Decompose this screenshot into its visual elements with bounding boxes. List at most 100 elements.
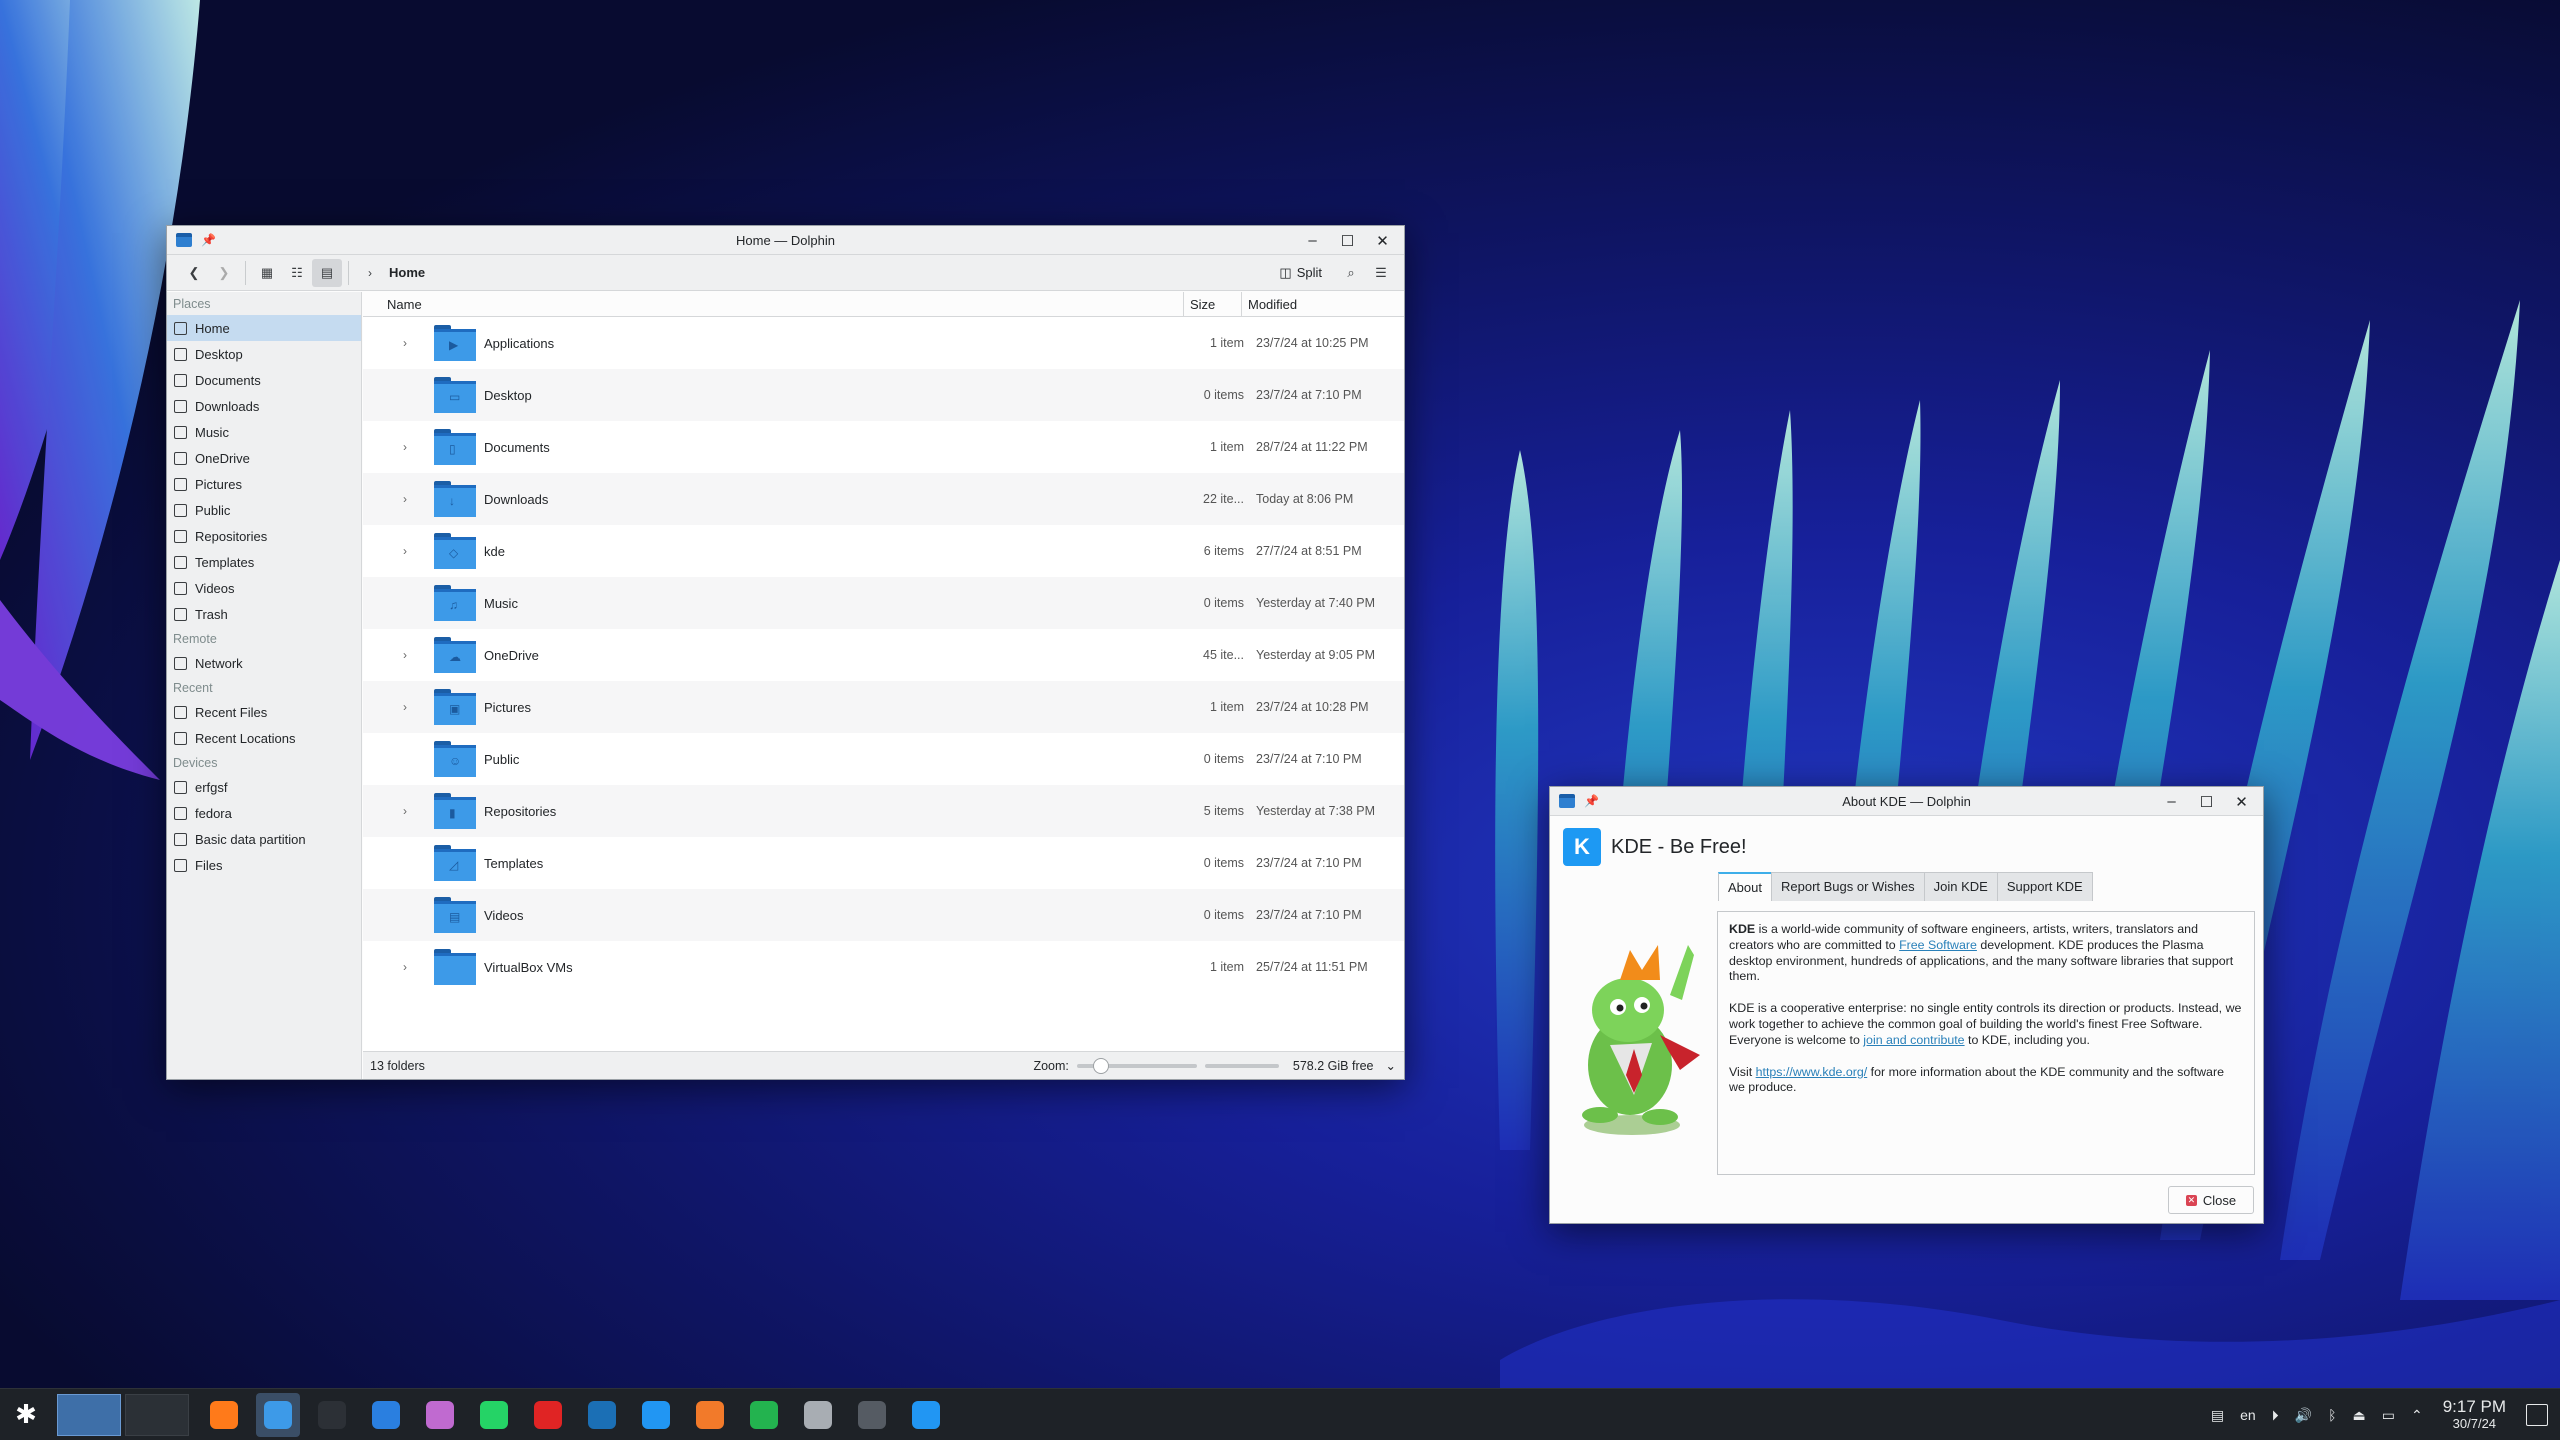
file-row[interactable]: ☺ Public 0 items 23/7/24 at 7:10 PM [363, 733, 1404, 785]
about-titlebar[interactable]: 📌 About KDE — Dolphin – ☐ ✕ [1550, 787, 2263, 816]
column-modified[interactable]: Modified [1242, 292, 1404, 317]
file-row[interactable]: ◿ Templates 0 items 23/7/24 at 7:10 PM [363, 837, 1404, 889]
taskbar-app[interactable] [526, 1393, 570, 1437]
expand-chevron-icon[interactable]: › [403, 336, 419, 350]
breadcrumb-home[interactable]: Home [389, 265, 425, 280]
show-desktop-button[interactable] [2526, 1404, 2548, 1426]
file-row[interactable]: ▭ Desktop 0 items 23/7/24 at 7:10 PM [363, 369, 1404, 421]
pin-icon[interactable]: 📌 [201, 233, 216, 247]
hamburger-menu-icon[interactable]: ☰ [1366, 259, 1396, 287]
file-row[interactable]: › ▣ Pictures 1 item 23/7/24 at 10:28 PM [363, 681, 1404, 733]
sidebar-item-onedrive[interactable]: OneDrive [167, 445, 361, 471]
sidebar-item-network[interactable]: Network [167, 650, 361, 676]
clipboard-icon[interactable]: ▤ [2211, 1407, 2224, 1424]
sidebar-item-pictures[interactable]: Pictures [167, 471, 361, 497]
file-row[interactable]: › ▮ Repositories 5 items Yesterday at 7:38 P… [363, 785, 1404, 837]
taskbar-app[interactable] [796, 1393, 840, 1437]
about-close-button[interactable]: ✕ Close [2168, 1186, 2254, 1214]
expand-chevron-icon[interactable]: › [403, 648, 419, 662]
taskbar-app[interactable] [850, 1393, 894, 1437]
dolphin-titlebar[interactable]: 📌 Home — Dolphin – ☐ ✕ [167, 226, 1404, 255]
maximize-button[interactable]: ☐ [2189, 793, 2224, 811]
taskbar-app[interactable] [580, 1393, 624, 1437]
sidebar-item-repositories[interactable]: Repositories [167, 523, 361, 549]
expand-chevron-icon[interactable]: › [403, 960, 419, 974]
zoom-slider[interactable] [1076, 1057, 1197, 1074]
file-row[interactable]: › ▶ Applications 1 item 23/7/24 at 10:25 PM [363, 317, 1404, 369]
chevron-down-icon[interactable]: ⌄ [1386, 1058, 1396, 1073]
tab-report-bugs-or-wishes[interactable]: Report Bugs or Wishes [1770, 872, 1925, 901]
details-view-button[interactable]: ▤ [312, 258, 342, 287]
kde-website-link[interactable]: https://www.kde.org/ [1756, 1065, 1868, 1079]
back-button[interactable]: ❮ [179, 259, 209, 287]
close-button[interactable]: ✕ [2224, 793, 2259, 811]
pager-desktop-1[interactable] [57, 1393, 121, 1436]
file-row[interactable]: › VirtualBox VMs 1 item 25/7/24 at 11:51 PM [363, 941, 1404, 993]
expand-chevron-icon[interactable]: › [403, 492, 419, 506]
taskbar-app[interactable] [472, 1393, 516, 1437]
removable-devices-icon[interactable]: ⏏ [2352, 1407, 2365, 1424]
column-size[interactable]: Size [1184, 291, 1242, 317]
free-software-link[interactable]: Free Software [1899, 938, 1977, 952]
taskbar-app[interactable] [202, 1393, 246, 1437]
sidebar-item-documents[interactable]: Documents [167, 367, 361, 393]
taskbar-app[interactable] [418, 1393, 462, 1437]
tab-join-kde[interactable]: Join KDE [1923, 872, 1998, 901]
sidebar-item-fedora[interactable]: fedora [167, 800, 361, 826]
expand-chevron-icon[interactable]: › [403, 700, 419, 714]
taskbar-app[interactable] [904, 1393, 948, 1437]
split-button[interactable]: ◫ Split [1279, 265, 1322, 281]
keyboard-layout[interactable]: en [2240, 1407, 2256, 1423]
sidebar-item-basic-data-partition[interactable]: Basic data partition [167, 826, 361, 852]
join-contribute-link[interactable]: join and contribute [1863, 1033, 1964, 1047]
pager-desktop-2[interactable] [125, 1393, 189, 1436]
sidebar-item-files[interactable]: Files [167, 852, 361, 878]
taskbar-app[interactable] [310, 1393, 354, 1437]
bluetooth-icon[interactable]: ᛒ [2328, 1407, 2336, 1423]
expand-chevron-icon[interactable]: › [403, 440, 419, 454]
taskbar-app[interactable] [256, 1392, 300, 1437]
tab-support-kde[interactable]: Support KDE [1996, 872, 2093, 901]
sidebar-item-downloads[interactable]: Downloads [167, 393, 361, 419]
digital-clock[interactable]: 9:17 PM 30/7/24 [2443, 1398, 2506, 1432]
taskbar-app[interactable] [688, 1393, 732, 1437]
sidebar-item-home[interactable]: Home [167, 315, 361, 341]
taskbar-app[interactable] [364, 1393, 408, 1437]
icons-view-button[interactable]: ▦ [252, 259, 282, 287]
sidebar-item-templates[interactable]: Templates [167, 549, 361, 575]
sidebar-item-music[interactable]: Music [167, 419, 361, 445]
pin-icon[interactable]: 📌 [1584, 794, 1599, 808]
compact-view-button[interactable]: ☷ [282, 259, 312, 287]
sidebar-item-public[interactable]: Public [167, 497, 361, 523]
sidebar-item-erfgsf[interactable]: erfgsf [167, 774, 361, 800]
search-icon[interactable]: ⌕ [1336, 259, 1366, 287]
sidebar-item-desktop[interactable]: Desktop [167, 341, 361, 367]
file-row[interactable]: › ☁ OneDrive 45 ite... Yesterday at 9:05 PM [363, 629, 1404, 681]
network-icon[interactable]: ▭ [2382, 1407, 2395, 1424]
minimize-button[interactable]: – [2154, 793, 2189, 810]
file-row[interactable]: › ▯ Documents 1 item 28/7/24 at 11:22 PM [363, 421, 1404, 473]
maximize-button[interactable]: ☐ [1330, 232, 1365, 250]
tray-expand-icon[interactable]: ⌃ [2411, 1407, 2423, 1424]
app-launcher-button[interactable]: ✱ [4, 1393, 48, 1437]
tab-about[interactable]: About [1718, 872, 1772, 901]
taskbar-app[interactable] [742, 1393, 786, 1437]
minimize-button[interactable]: – [1295, 232, 1330, 249]
sidebar-item-videos[interactable]: Videos [167, 575, 361, 601]
volume-icon[interactable]: 🔊 [2295, 1407, 2312, 1424]
sidebar-item-recent-files[interactable]: Recent Files [167, 699, 361, 725]
media-player-icon[interactable]: ⏵ [2272, 1407, 2279, 1424]
column-name[interactable]: Name [381, 291, 1184, 317]
file-row[interactable]: ▤ Videos 0 items 23/7/24 at 7:10 PM [363, 889, 1404, 941]
file-row[interactable]: › ↓ Downloads 22 ite... Today at 8:06 PM [363, 473, 1404, 525]
close-button[interactable]: ✕ [1365, 232, 1400, 250]
file-row[interactable]: › ◇ kde 6 items 27/7/24 at 8:51 PM [363, 525, 1404, 577]
forward-button[interactable]: ❯ [209, 259, 239, 287]
expand-chevron-icon[interactable]: › [403, 544, 419, 558]
sidebar-item-trash[interactable]: Trash [167, 601, 361, 627]
sidebar-item-recent-locations[interactable]: Recent Locations [167, 725, 361, 751]
clock-time: 9:17 PM [2442, 1397, 2506, 1416]
file-row[interactable]: ♫ Music 0 items Yesterday at 7:40 PM [363, 577, 1404, 629]
taskbar-app[interactable] [634, 1393, 678, 1437]
expand-chevron-icon[interactable]: › [403, 804, 419, 818]
